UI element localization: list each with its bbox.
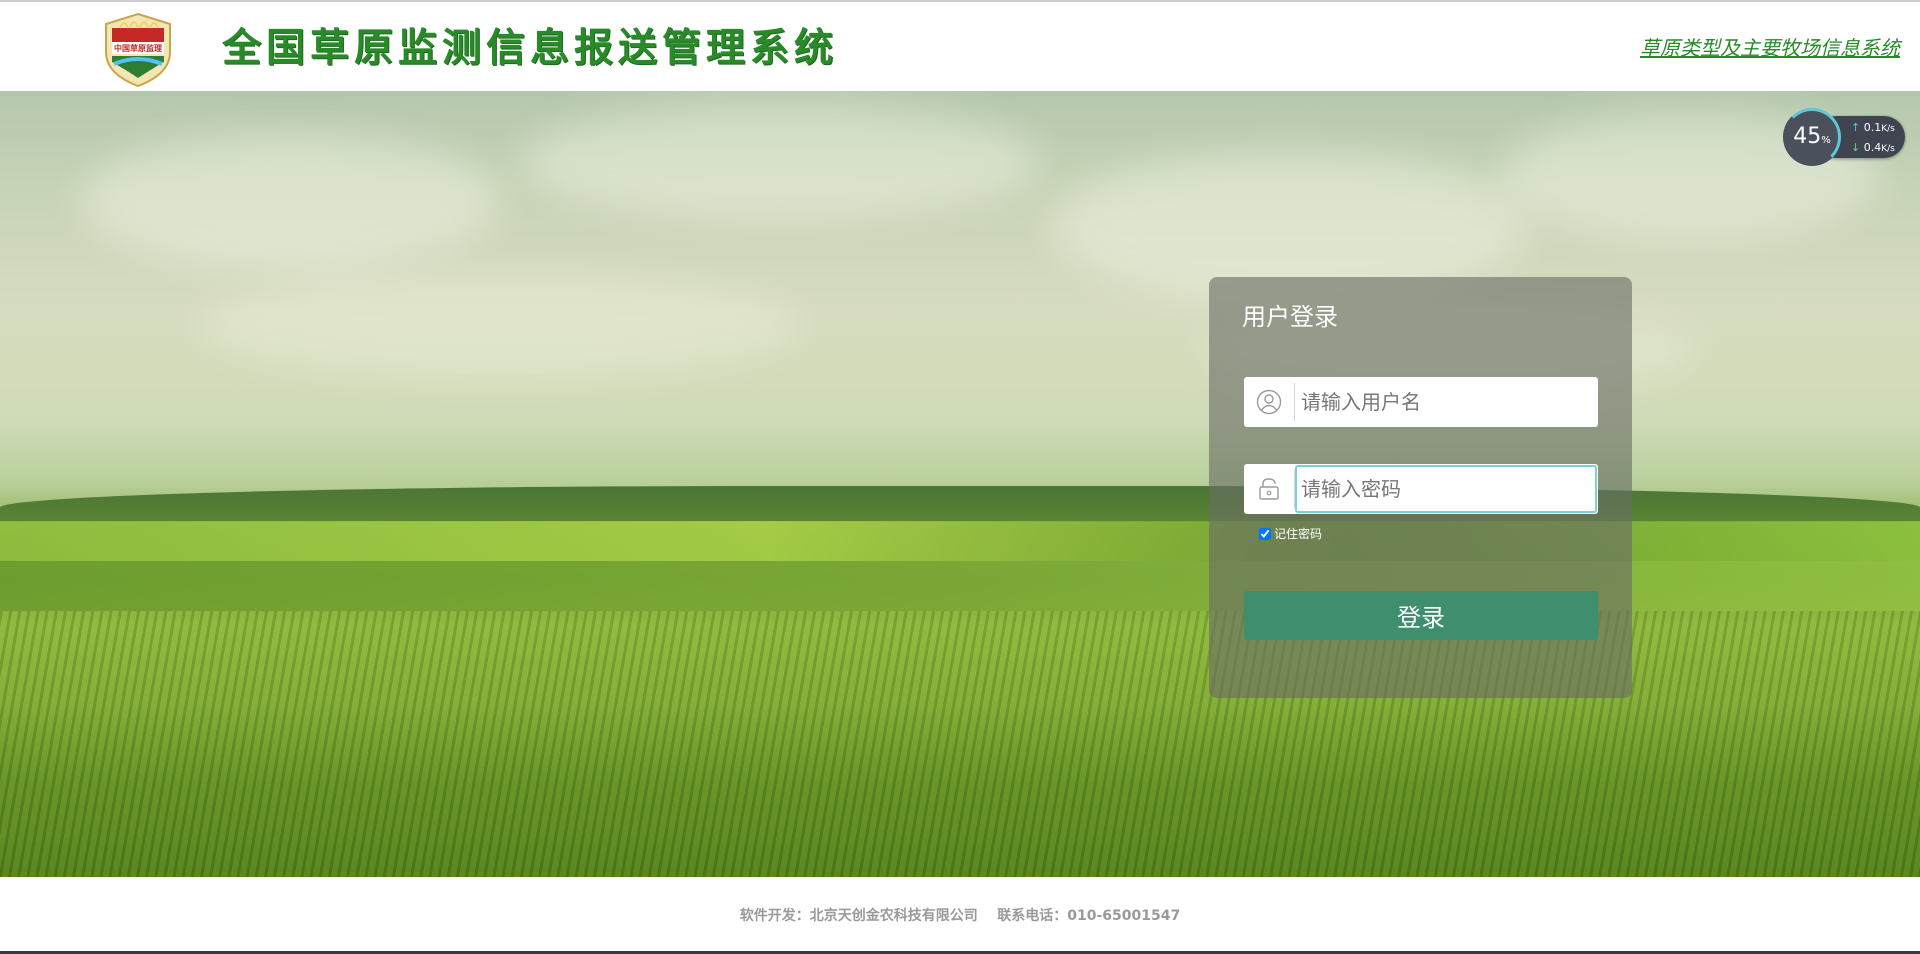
grassland-types-link[interactable]: 草原类型及主要牧场信息系统 (1640, 32, 1900, 61)
network-usage-gauge: 45% (1783, 108, 1841, 166)
grassland-logo-icon: 中国草原监理 (105, 12, 171, 88)
username-input[interactable] (1295, 377, 1598, 427)
username-field (1244, 377, 1598, 427)
remember-password[interactable]: 记住密码 (1259, 525, 1322, 542)
network-speed-widget[interactable]: 45% ↑ 0.1K/s ↓ 0.4K/s (1783, 108, 1905, 166)
remember-label: 记住密码 (1274, 527, 1323, 541)
login-panel: 用户登录 记住密码 登录 (1209, 277, 1632, 698)
download-arrow-icon: ↓ (1851, 141, 1861, 154)
password-field (1244, 464, 1598, 514)
footer: 软件开发：北京天创金农科技有限公司 联系电话：010-65001547 (0, 877, 1920, 954)
remember-checkbox[interactable] (1259, 527, 1271, 540)
usage-percent: 45 (1793, 124, 1822, 149)
upload-arrow-icon: ↑ (1851, 121, 1861, 134)
password-input[interactable] (1295, 465, 1597, 513)
download-speed: ↓ 0.4K/s (1851, 141, 1895, 154)
usage-percent-unit: % (1821, 135, 1831, 146)
header: 中国草原监理 全国草原监测信息报送管理系统 草原类型及主要牧场信息系统 (0, 0, 1920, 91)
upload-unit: K/s (1881, 124, 1895, 134)
grassland-background (0, 91, 1920, 877)
download-value: 0.4 (1863, 141, 1882, 154)
login-button[interactable]: 登录 (1244, 591, 1598, 640)
site-title: 全国草原监测信息报送管理系统 (222, 26, 839, 71)
download-unit: K/s (1881, 144, 1895, 154)
upload-value: 0.1 (1863, 121, 1882, 134)
svg-text:中国草原监理: 中国草原监理 (114, 43, 162, 53)
lock-icon (1244, 464, 1294, 514)
user-icon (1244, 377, 1294, 427)
footer-text: 软件开发：北京天创金农科技有限公司 联系电话：010-65001547 (739, 908, 1181, 924)
login-title: 用户登录 (1242, 303, 1338, 331)
upload-speed: ↑ 0.1K/s (1851, 121, 1895, 134)
